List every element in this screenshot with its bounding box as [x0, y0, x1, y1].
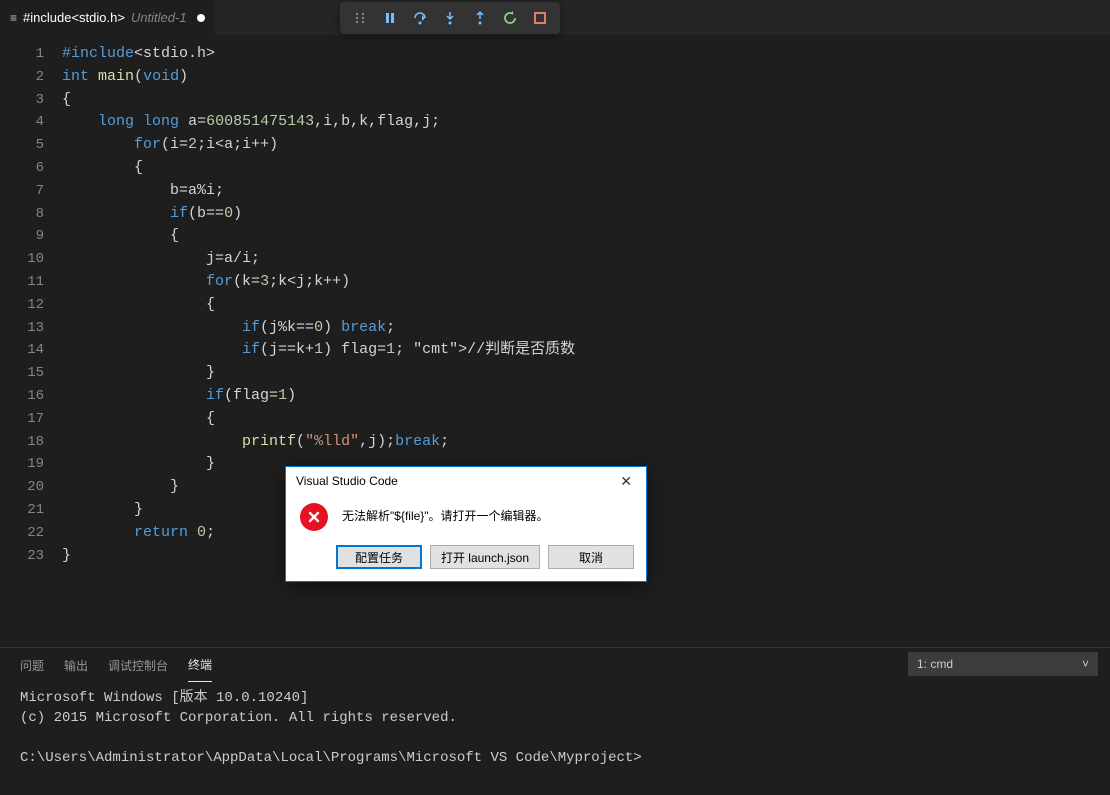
line-number: 1	[0, 43, 44, 66]
code-line[interactable]: printf("%lld",j);break;	[62, 431, 1110, 454]
code-line[interactable]: if(j==k+1) flag=1; "cmt">//判断是否质数	[62, 339, 1110, 362]
close-icon[interactable]: ✕	[614, 471, 638, 492]
step-out-button[interactable]	[466, 4, 494, 32]
line-number-gutter: 1234567891011121314151617181920212223	[0, 35, 62, 640]
code-line[interactable]: if(j%k==0) break;	[62, 317, 1110, 340]
dialog-message: 无法解析"${file}"。请打开一个编辑器。	[342, 503, 549, 524]
code-line[interactable]: }	[62, 362, 1110, 385]
pause-button[interactable]	[376, 4, 404, 32]
line-number: 18	[0, 431, 44, 454]
code-line[interactable]: if(flag=1)	[62, 385, 1110, 408]
line-number: 11	[0, 271, 44, 294]
line-number: 23	[0, 545, 44, 568]
line-number: 2	[0, 66, 44, 89]
terminal-selector[interactable]: 1: cmd ˅	[908, 652, 1098, 676]
line-number: 5	[0, 134, 44, 157]
line-number: 9	[0, 225, 44, 248]
code-line[interactable]: {	[62, 408, 1110, 431]
tab-file-icon: ≡	[10, 11, 17, 25]
code-line[interactable]: #include<stdio.h>	[62, 43, 1110, 66]
line-number: 10	[0, 248, 44, 271]
line-number: 22	[0, 522, 44, 545]
line-number: 20	[0, 476, 44, 499]
code-line[interactable]: int main(void)	[62, 66, 1110, 89]
debug-toolbar	[340, 2, 560, 34]
drag-handle-icon[interactable]	[346, 4, 374, 32]
line-number: 19	[0, 453, 44, 476]
open-launch-json-button[interactable]: 打开 launch.json	[430, 545, 540, 569]
panel-tab-3[interactable]: 终端	[188, 648, 212, 682]
line-number: 6	[0, 157, 44, 180]
line-number: 4	[0, 111, 44, 134]
panel-tab-2[interactable]: 调试控制台	[108, 649, 168, 682]
code-line[interactable]: for(k=3;k<j;k++)	[62, 271, 1110, 294]
cancel-button[interactable]: 取消	[548, 545, 634, 569]
dialog-button-row: 配置任务 打开 launch.json 取消	[286, 545, 646, 581]
code-line[interactable]: j=a/i;	[62, 248, 1110, 271]
step-over-button[interactable]	[406, 4, 434, 32]
line-number: 14	[0, 339, 44, 362]
chevron-down-icon: ˅	[1082, 657, 1089, 671]
line-number: 7	[0, 180, 44, 203]
code-line[interactable]: {	[62, 89, 1110, 112]
tab-subtitle: Untitled-1	[131, 10, 187, 25]
terminal-output[interactable]: Microsoft Windows [版本 10.0.10240] (c) 20…	[0, 682, 1110, 774]
bottom-panel: 问题输出调试控制台终端 1: cmd ˅ Microsoft Windows […	[0, 647, 1110, 795]
dialog-title-text: Visual Studio Code	[296, 474, 398, 488]
step-into-button[interactable]	[436, 4, 464, 32]
dialog-titlebar: Visual Studio Code ✕	[286, 467, 646, 495]
restart-button[interactable]	[496, 4, 524, 32]
panel-tab-bar: 问题输出调试控制台终端 1: cmd ˅	[0, 648, 1110, 682]
code-line[interactable]: b=a%i;	[62, 180, 1110, 203]
line-number: 21	[0, 499, 44, 522]
line-number: 15	[0, 362, 44, 385]
code-line[interactable]: {	[62, 157, 1110, 180]
code-line[interactable]: {	[62, 225, 1110, 248]
line-number: 3	[0, 89, 44, 112]
line-number: 17	[0, 408, 44, 431]
line-number: 12	[0, 294, 44, 317]
error-icon	[300, 503, 328, 531]
stop-button[interactable]	[526, 4, 554, 32]
code-line[interactable]: if(b==0)	[62, 203, 1110, 226]
configure-task-button[interactable]: 配置任务	[336, 545, 422, 569]
code-line[interactable]: for(i=2;i<a;i++)	[62, 134, 1110, 157]
code-line[interactable]: {	[62, 294, 1110, 317]
line-number: 8	[0, 203, 44, 226]
editor-tab[interactable]: ≡ #include<stdio.h> Untitled-1	[0, 0, 215, 35]
tab-title: #include<stdio.h>	[23, 10, 125, 25]
panel-tab-1[interactable]: 输出	[64, 649, 88, 682]
panel-tab-0[interactable]: 问题	[20, 649, 44, 682]
code-line[interactable]: long long a=600851475143,i,b,k,flag,j;	[62, 111, 1110, 134]
line-number: 16	[0, 385, 44, 408]
line-number: 13	[0, 317, 44, 340]
terminal-selector-label: 1: cmd	[917, 657, 953, 671]
dirty-indicator-icon	[197, 14, 205, 22]
error-dialog: Visual Studio Code ✕ 无法解析"${file}"。请打开一个…	[285, 466, 647, 582]
